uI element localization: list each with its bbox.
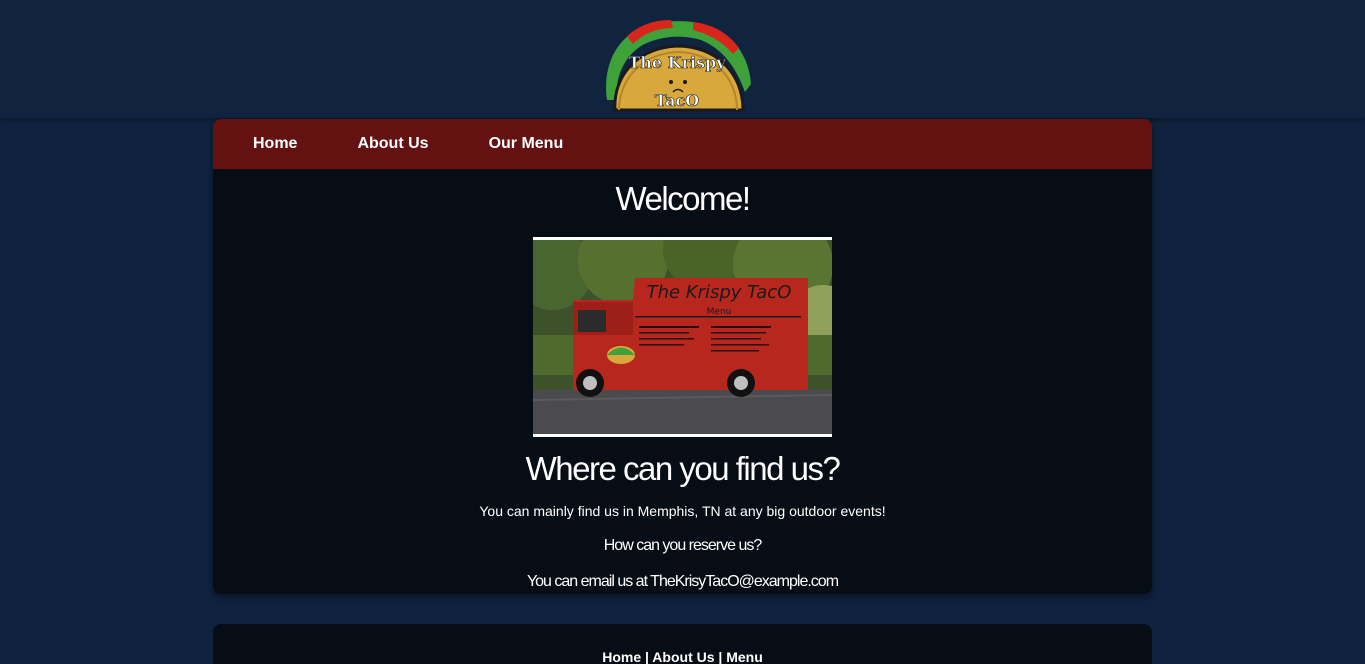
food-truck-image: The Krispy TacO Menu (533, 237, 832, 437)
logo-text-line2: TacO (655, 91, 699, 110)
nav-home-link[interactable]: Home (253, 135, 297, 153)
main-content: Welcome! The Krispy TacO Menu Where can … (213, 179, 1152, 591)
logo-text-line1: The Krispy (628, 53, 726, 72)
truck-sign-title: The Krispy TacO (647, 282, 792, 303)
footer-home-link[interactable]: Home (602, 649, 641, 664)
main-nav: Home About Us Our Menu (213, 119, 1152, 169)
nav-our-menu-link[interactable]: Our Menu (489, 135, 564, 153)
reserve-text: How can you reserve us? (603, 537, 763, 554)
location-text: You can mainly find us in Memphis, TN at… (479, 503, 886, 519)
footer-about-us-link[interactable]: About Us (652, 649, 714, 664)
footer-menu-link[interactable]: Menu (726, 649, 763, 664)
krispy-taco-logo[interactable]: The Krispy TacO (597, 14, 757, 116)
email-text: You can email us at TheKrisyTacO@example… (526, 573, 839, 590)
footer-separator: | (714, 649, 727, 664)
truck-sign-subtitle: Menu (707, 307, 732, 317)
site-footer: Home | About Us | Menu (213, 624, 1152, 664)
main-card: Home About Us Our Menu Welcome! The Kris… (213, 119, 1152, 594)
footer-separator: | (641, 649, 653, 664)
site-header: The Krispy TacO (0, 0, 1365, 118)
where-heading: Where can you find us? (525, 450, 841, 487)
nav-about-us-link[interactable]: About Us (357, 135, 428, 153)
welcome-heading: Welcome! (615, 180, 751, 217)
